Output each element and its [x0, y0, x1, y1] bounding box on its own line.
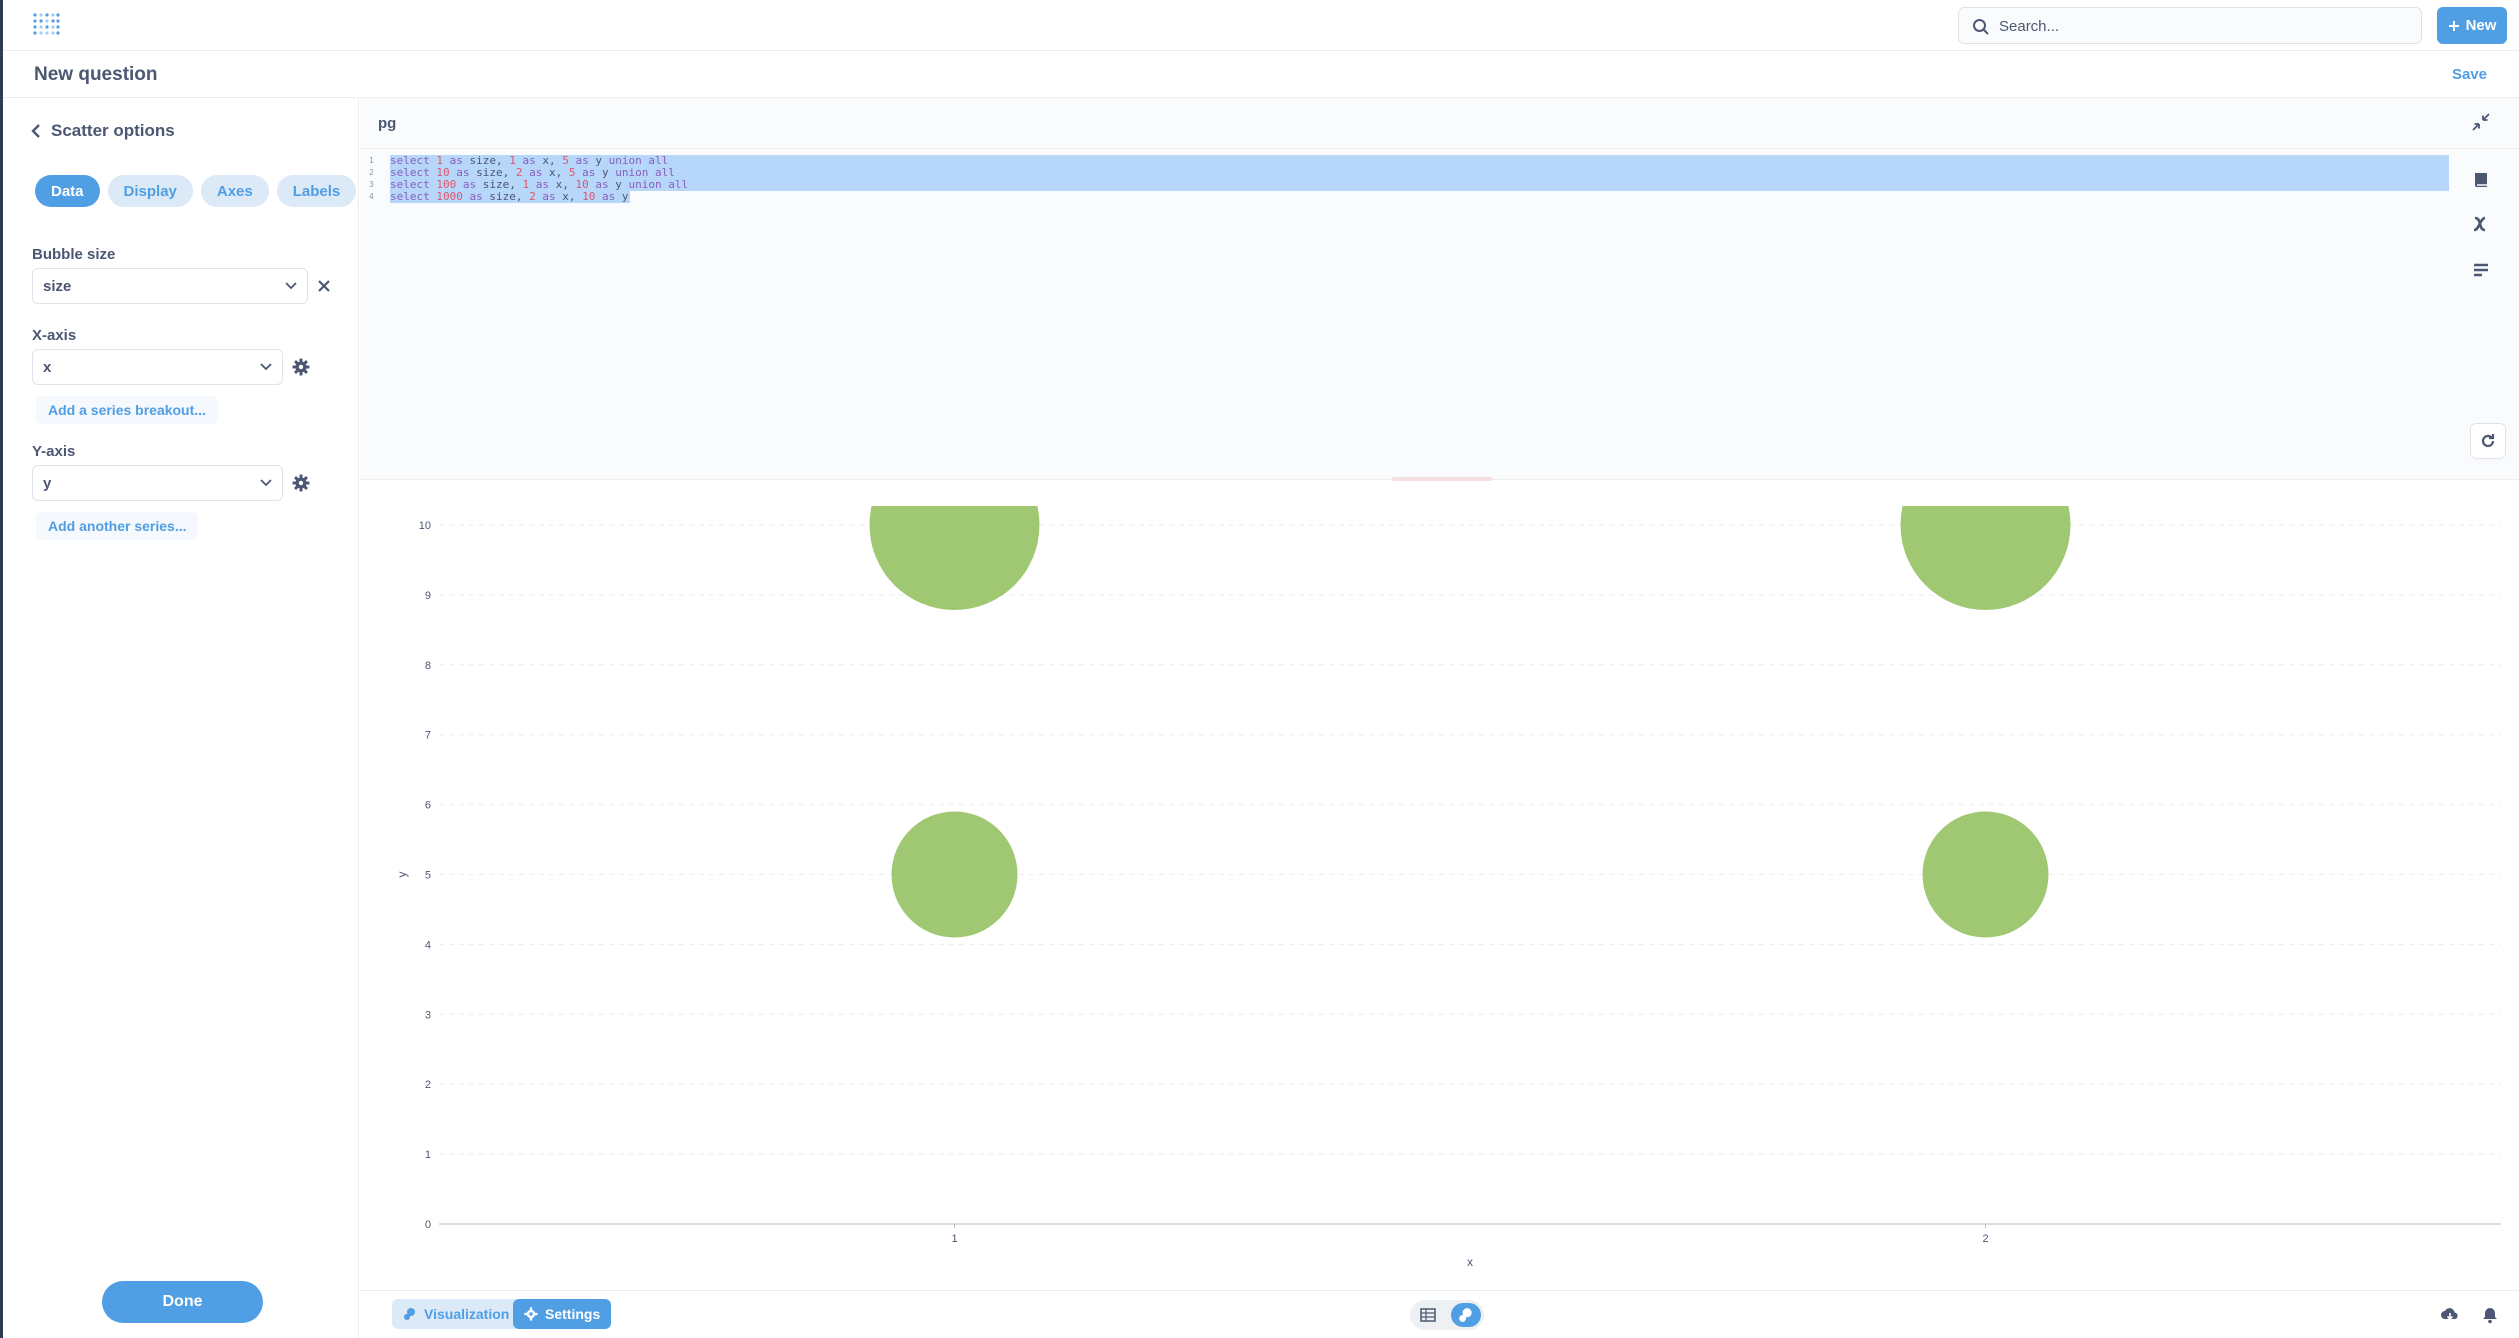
y-axis-title: y	[395, 872, 409, 878]
editor-resize-handle[interactable]	[1392, 477, 1492, 481]
chart-svg: 0 1 2 3 4 5 6 7 8 9 10 1 2 x y	[395, 484, 2501, 1269]
sidebar-title: Scatter options	[51, 121, 175, 140]
search-input[interactable]	[1999, 14, 2399, 38]
bubble-size-label: Bubble size	[32, 246, 116, 263]
line-number: 2	[369, 168, 374, 177]
chart-toggle-active[interactable]	[1451, 1303, 1481, 1327]
scatter-bubble[interactable]	[1922, 811, 2049, 938]
gear-icon	[524, 1307, 538, 1321]
code-text: select 1 as size, 1 as x, 5 as y union a…	[390, 155, 2449, 167]
table-chart-toggle[interactable]	[1410, 1300, 1484, 1330]
code-text: select 10 as size, 2 as x, 5 as y union …	[390, 167, 2449, 179]
bubble-size-value: size	[43, 277, 72, 295]
run-query-button[interactable]	[2470, 423, 2506, 459]
snippets-icon[interactable]	[2471, 260, 2491, 280]
back-to-visualizations-button[interactable]: Scatter options	[31, 121, 175, 141]
y-tick-label: 2	[425, 1079, 431, 1091]
chevron-left-icon	[31, 124, 40, 138]
scatter-bubble[interactable]	[1900, 484, 2071, 610]
y-tick-label: 5	[425, 870, 431, 882]
question-header: New question Save	[3, 52, 2519, 98]
tab-labels[interactable]: Labels	[276, 175, 357, 207]
x-tick-label: 2	[1982, 1233, 1988, 1245]
search-box[interactable]	[1958, 7, 2422, 44]
bubble-chart-icon	[1459, 1308, 1472, 1322]
save-button[interactable]: Save	[2452, 66, 2487, 83]
y-tick-label: 6	[425, 800, 431, 812]
refresh-icon	[2481, 434, 2495, 448]
new-button-label: New	[2465, 17, 2497, 34]
y-axis-label: Y-axis	[32, 443, 76, 460]
download-icon[interactable]	[2440, 1305, 2460, 1325]
page-title[interactable]: New question	[34, 64, 158, 86]
variables-icon[interactable]	[2471, 214, 2491, 234]
y-tick-label: 0	[425, 1219, 431, 1231]
add-another-series-button[interactable]: Add another series...	[36, 512, 199, 540]
scatter-bubble[interactable]	[891, 811, 1018, 938]
y-tick-label: 4	[425, 939, 431, 951]
settings-sidebar: Scatter options Data Display Axes Labels…	[3, 98, 359, 1338]
chevron-down-icon	[260, 479, 272, 487]
top-nav: New	[3, 0, 2519, 51]
visualization-label: Visualization	[424, 1306, 510, 1322]
line-number: 4	[369, 192, 374, 201]
contract-icon[interactable]	[2471, 112, 2491, 132]
tab-display[interactable]: Display	[107, 175, 193, 207]
line-number: 3	[369, 180, 374, 189]
settings-button[interactable]: Settings	[513, 1299, 612, 1329]
code-line[interactable]: 3 select 100 as size, 1 as x, 10 as y uni…	[360, 179, 2450, 191]
code-line[interactable]: 4 select 1000 as size, 2 as x, 10 as y	[360, 191, 2450, 203]
y-tick-label: 9	[425, 590, 431, 602]
chevron-down-icon	[260, 363, 272, 371]
x-tick-label: 1	[951, 1233, 957, 1245]
scatter-chart: 0 1 2 3 4 5 6 7 8 9 10 1 2 x y	[360, 484, 2519, 1284]
y-axis-value: y	[43, 474, 52, 492]
new-button[interactable]: New	[2437, 7, 2507, 44]
native-query-editor: pg 1 select 1 as size, 1 as x, 5 as y uni…	[360, 98, 2519, 481]
settings-label: Settings	[545, 1306, 601, 1322]
app-root: New New question Save Scatter options Da…	[0, 0, 2519, 1338]
plus-icon	[2448, 20, 2459, 31]
metabase-logo-icon[interactable]	[32, 12, 60, 36]
settings-tabs: Data Display Axes Labels	[35, 175, 357, 207]
bubble-chart-icon	[404, 1308, 415, 1320]
chevron-down-icon	[285, 282, 297, 290]
y-axis-gear-icon[interactable]	[292, 474, 310, 492]
y-tick-label: 8	[425, 660, 431, 672]
database-name[interactable]: pg	[378, 115, 396, 132]
bubble-size-select[interactable]: size	[32, 268, 308, 304]
y-tick-label: 1	[425, 1149, 431, 1161]
line-number: 1	[369, 156, 374, 165]
code-text: select 100 as size, 1 as x, 10 as y unio…	[390, 179, 2449, 191]
x-axis-title: x	[1467, 1255, 1473, 1269]
bell-icon[interactable]	[2480, 1305, 2500, 1325]
view-footer: Visualization Settings	[360, 1290, 2519, 1338]
tab-data[interactable]: Data	[35, 175, 100, 207]
scatter-bubble[interactable]	[869, 484, 1040, 610]
data-reference-icon[interactable]	[2471, 170, 2491, 190]
code-text: select 1000 as size, 2 as x, 10 as y	[390, 190, 631, 203]
x-axis-select[interactable]: x	[32, 349, 283, 385]
y-tick-label: 10	[419, 520, 431, 532]
y-axis-select[interactable]: y	[32, 465, 283, 501]
x-axis-gear-icon[interactable]	[292, 358, 310, 376]
x-axis-value: x	[43, 358, 52, 376]
add-series-breakout-button[interactable]: Add a series breakout...	[36, 396, 218, 424]
y-tick-label: 3	[425, 1009, 431, 1021]
y-tick-label: 7	[425, 730, 431, 742]
tab-axes[interactable]: Axes	[200, 175, 269, 207]
visualization-button[interactable]: Visualization	[392, 1299, 521, 1329]
x-axis-label: X-axis	[32, 327, 77, 344]
search-icon	[1973, 19, 1989, 35]
done-button[interactable]: Done	[102, 1281, 263, 1323]
remove-bubble-size-icon[interactable]	[316, 278, 332, 294]
editor-divider	[360, 148, 2519, 149]
sql-code-area[interactable]: 1 select 1 as size, 1 as x, 5 as y union …	[360, 155, 2450, 203]
table-icon[interactable]	[1419, 1306, 1437, 1324]
